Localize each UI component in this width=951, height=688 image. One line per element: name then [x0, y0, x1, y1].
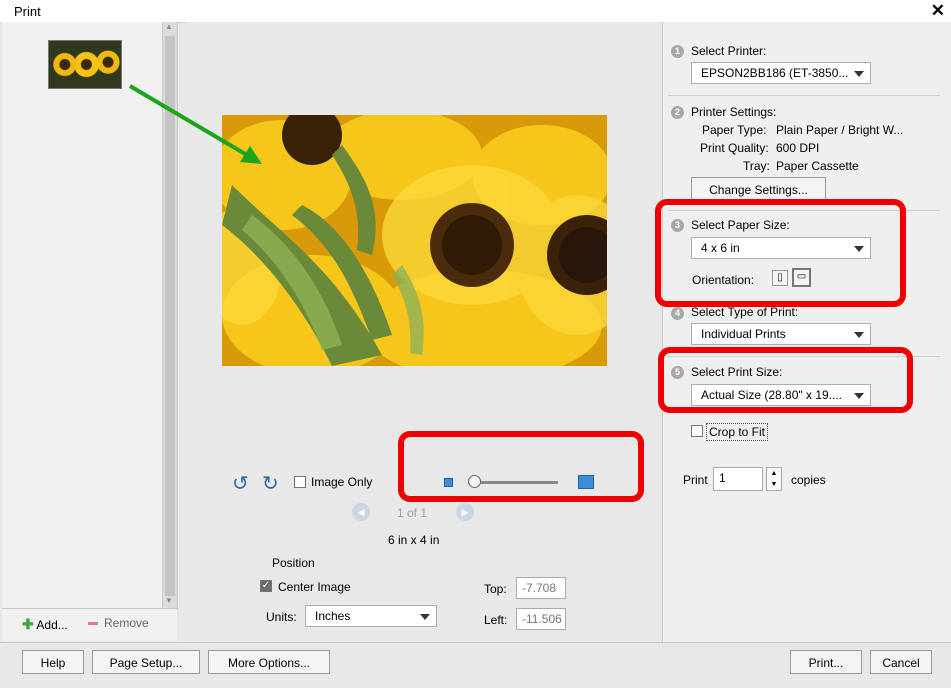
previous-page-icon[interactable]: ◀ [352, 503, 370, 521]
page-indicator: 1 of 1 [397, 506, 428, 520]
stepper-down-icon[interactable]: ▼ [771, 481, 778, 488]
printer-settings-label: Printer Settings: [691, 105, 777, 119]
zoom-large-icon [578, 475, 594, 489]
tray-label: Tray: [743, 159, 770, 173]
step-number: 4 [671, 307, 684, 320]
zoom-slider-track[interactable] [468, 481, 558, 484]
units-label: Units: [266, 610, 297, 624]
change-settings-button[interactable]: Change Settings... [691, 177, 826, 201]
chevron-down-icon [854, 71, 864, 77]
units-value: Inches [315, 609, 351, 623]
print-type-value: Individual Prints [701, 327, 786, 341]
left-field[interactable]: -11.506 [516, 608, 566, 630]
print-quality-label: Print Quality: [700, 141, 769, 155]
next-page-icon[interactable]: ▶ [456, 503, 474, 521]
tray-value: Paper Cassette [776, 159, 859, 173]
crop-to-fit-checkbox[interactable] [691, 425, 703, 437]
chevron-down-icon [854, 332, 864, 338]
top-field[interactable]: -7.708 [516, 577, 566, 599]
center-image-checkbox[interactable]: ✓ [260, 580, 272, 592]
page-setup-button[interactable]: Page Setup... [92, 650, 200, 674]
copies-stepper[interactable]: ▲ ▼ [766, 467, 782, 491]
print-copies-label: Print [683, 473, 708, 487]
divider [668, 95, 940, 96]
rotate-left-icon[interactable]: ↺ [232, 471, 249, 496]
crop-to-fit-label: Crop to Fit [706, 423, 769, 441]
zoom-small-icon [444, 478, 453, 487]
scroll-up-icon[interactable]: ▲ [165, 22, 173, 31]
stepper-up-icon[interactable]: ▲ [771, 470, 778, 477]
center-image-label: Center Image [278, 580, 351, 594]
chevron-down-icon [420, 614, 430, 620]
units-dropdown[interactable]: Inches [305, 605, 437, 627]
plus-icon: ✚ [22, 616, 34, 632]
rotate-right-icon[interactable]: ↻ [262, 471, 279, 496]
print-type-dropdown[interactable]: Individual Prints [691, 323, 871, 345]
title-bar: Print ✕ [0, 0, 951, 23]
paper-type-label: Paper Type: [702, 123, 767, 137]
select-printer-label: Select Printer: [691, 44, 767, 58]
window-title: Print [14, 4, 41, 19]
highlight-zoom [398, 431, 644, 502]
paper-type-value: Plain Paper / Bright W... [776, 123, 904, 137]
printer-dropdown[interactable]: EPSON2BB186 (ET-3850... [691, 62, 871, 84]
remove-button[interactable]: Remove [88, 616, 149, 630]
highlight-print-size [658, 347, 913, 413]
step-number: 2 [671, 106, 684, 119]
print-button[interactable]: Print... [790, 650, 862, 674]
remove-label: Remove [104, 616, 149, 630]
add-label: Add... [36, 618, 68, 632]
top-label: Top: [484, 582, 507, 596]
position-heading: Position [272, 556, 315, 570]
thumbnail-image[interactable] [48, 40, 122, 89]
image-only-label: Image Only [311, 475, 373, 489]
scroll-down-icon[interactable]: ▼ [165, 596, 173, 605]
copies-field[interactable]: 1 [713, 467, 763, 491]
select-type-of-print-label: Select Type of Print: [691, 305, 799, 319]
left-label: Left: [484, 613, 508, 627]
add-button[interactable]: ✚ Add... [22, 616, 68, 633]
step-number: 1 [671, 45, 684, 58]
help-button[interactable]: Help [22, 650, 84, 674]
image-size-label: 6 in x 4 in [388, 533, 440, 547]
zoom-slider-handle[interactable] [468, 475, 481, 488]
image-only-checkbox[interactable] [294, 476, 306, 488]
cancel-button[interactable]: Cancel [870, 650, 932, 674]
annotation-arrow [128, 84, 262, 164]
more-options-button[interactable]: More Options... [208, 650, 330, 674]
printer-value: EPSON2BB186 (ET-3850... [701, 66, 849, 80]
minus-icon [88, 622, 98, 626]
copies-label: copies [791, 473, 826, 487]
highlight-paper-size [655, 199, 906, 307]
print-quality-value: 600 DPI [776, 141, 820, 155]
close-icon[interactable]: ✕ [931, 1, 945, 21]
